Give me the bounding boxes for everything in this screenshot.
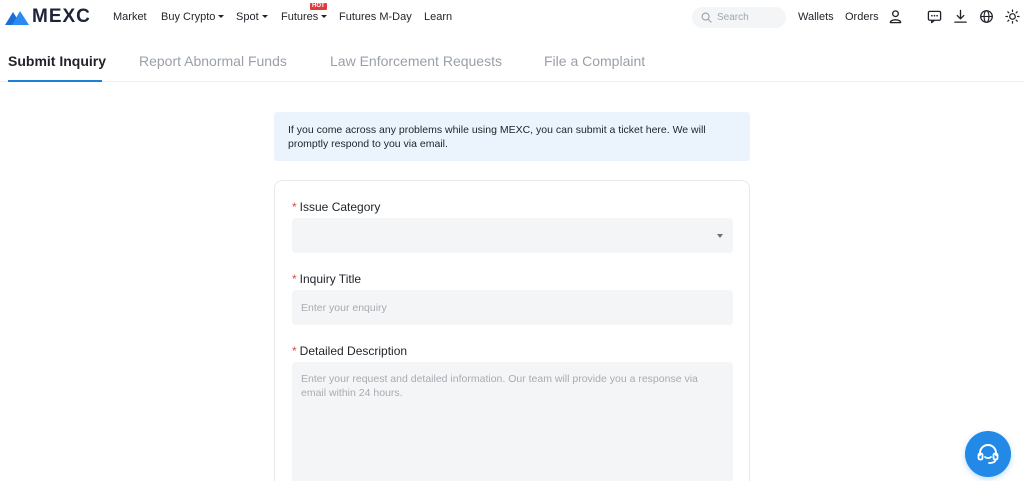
top-navigation: MEXC Market Buy Crypto Spot HOT Futures … xyxy=(0,0,1024,36)
tab-file-a-complaint[interactable]: File a Complaint xyxy=(544,53,645,70)
inquiry-title-input[interactable] xyxy=(292,290,733,325)
required-mark: * xyxy=(292,272,297,286)
nav-futures-label: Futures xyxy=(281,11,319,23)
download-icon[interactable] xyxy=(953,9,968,24)
globe-icon[interactable] xyxy=(979,9,994,24)
nav-futures-mday[interactable]: Futures M-Day xyxy=(339,11,412,24)
detailed-description-label: * Detailed Description xyxy=(292,344,407,358)
tab-submit-inquiry[interactable]: Submit Inquiry xyxy=(8,53,106,70)
inquiry-title-label: * Inquiry Title xyxy=(292,272,361,286)
mexc-logo-icon xyxy=(5,11,29,25)
chevron-down-icon xyxy=(218,15,225,18)
chevron-down-icon xyxy=(717,233,723,238)
nav-futures[interactable]: Futures xyxy=(281,11,328,24)
inquiry-title-label-text: Inquiry Title xyxy=(299,272,362,286)
user-icon[interactable] xyxy=(888,9,903,24)
search-input[interactable] xyxy=(717,12,783,23)
issue-category-label: * Issue Category xyxy=(292,200,380,214)
nav-learn[interactable]: Learn xyxy=(424,11,452,24)
search-icon xyxy=(701,12,712,23)
theme-sun-icon[interactable] xyxy=(1005,9,1020,24)
required-mark: * xyxy=(292,200,297,214)
inquiry-form: *Issue Category *Inquiry Title *Detailed… xyxy=(274,180,750,481)
support-headset-icon xyxy=(977,444,999,464)
hot-badge: HOT xyxy=(310,3,327,10)
tab-report-abnormal-funds[interactable]: Report Abnormal Funds xyxy=(139,53,287,70)
brand-name: MEXC xyxy=(32,6,91,27)
nav-wallets[interactable]: Wallets xyxy=(798,11,834,24)
nav-buy-crypto[interactable]: Buy Crypto xyxy=(161,11,225,24)
tab-law-enforcement-requests[interactable]: Law Enforcement Requests xyxy=(330,53,502,70)
chevron-down-icon xyxy=(321,15,328,18)
nav-spot[interactable]: Spot xyxy=(236,11,268,24)
info-banner: If you come across any problems while us… xyxy=(274,112,750,161)
issue-category-label-text: Issue Category xyxy=(299,200,381,214)
customer-support-button[interactable] xyxy=(965,431,1011,477)
mexc-logo[interactable]: MEXC xyxy=(5,6,91,27)
nav-market[interactable]: Market xyxy=(113,11,147,24)
chat-icon[interactable] xyxy=(927,9,942,24)
nav-buy-crypto-label: Buy Crypto xyxy=(161,11,216,23)
detailed-description-label-text: Detailed Description xyxy=(299,344,408,358)
nav-spot-label: Spot xyxy=(236,11,259,23)
required-mark: * xyxy=(292,344,297,358)
nav-orders[interactable]: Orders xyxy=(845,11,879,24)
search-box[interactable] xyxy=(692,7,786,28)
issue-category-select[interactable] xyxy=(292,218,733,253)
active-tab-indicator xyxy=(8,80,102,82)
inquiry-tabs: Submit Inquiry Report Abnormal Funds Law… xyxy=(0,38,1024,82)
chevron-down-icon xyxy=(261,15,268,18)
detailed-description-textarea[interactable] xyxy=(292,362,733,481)
